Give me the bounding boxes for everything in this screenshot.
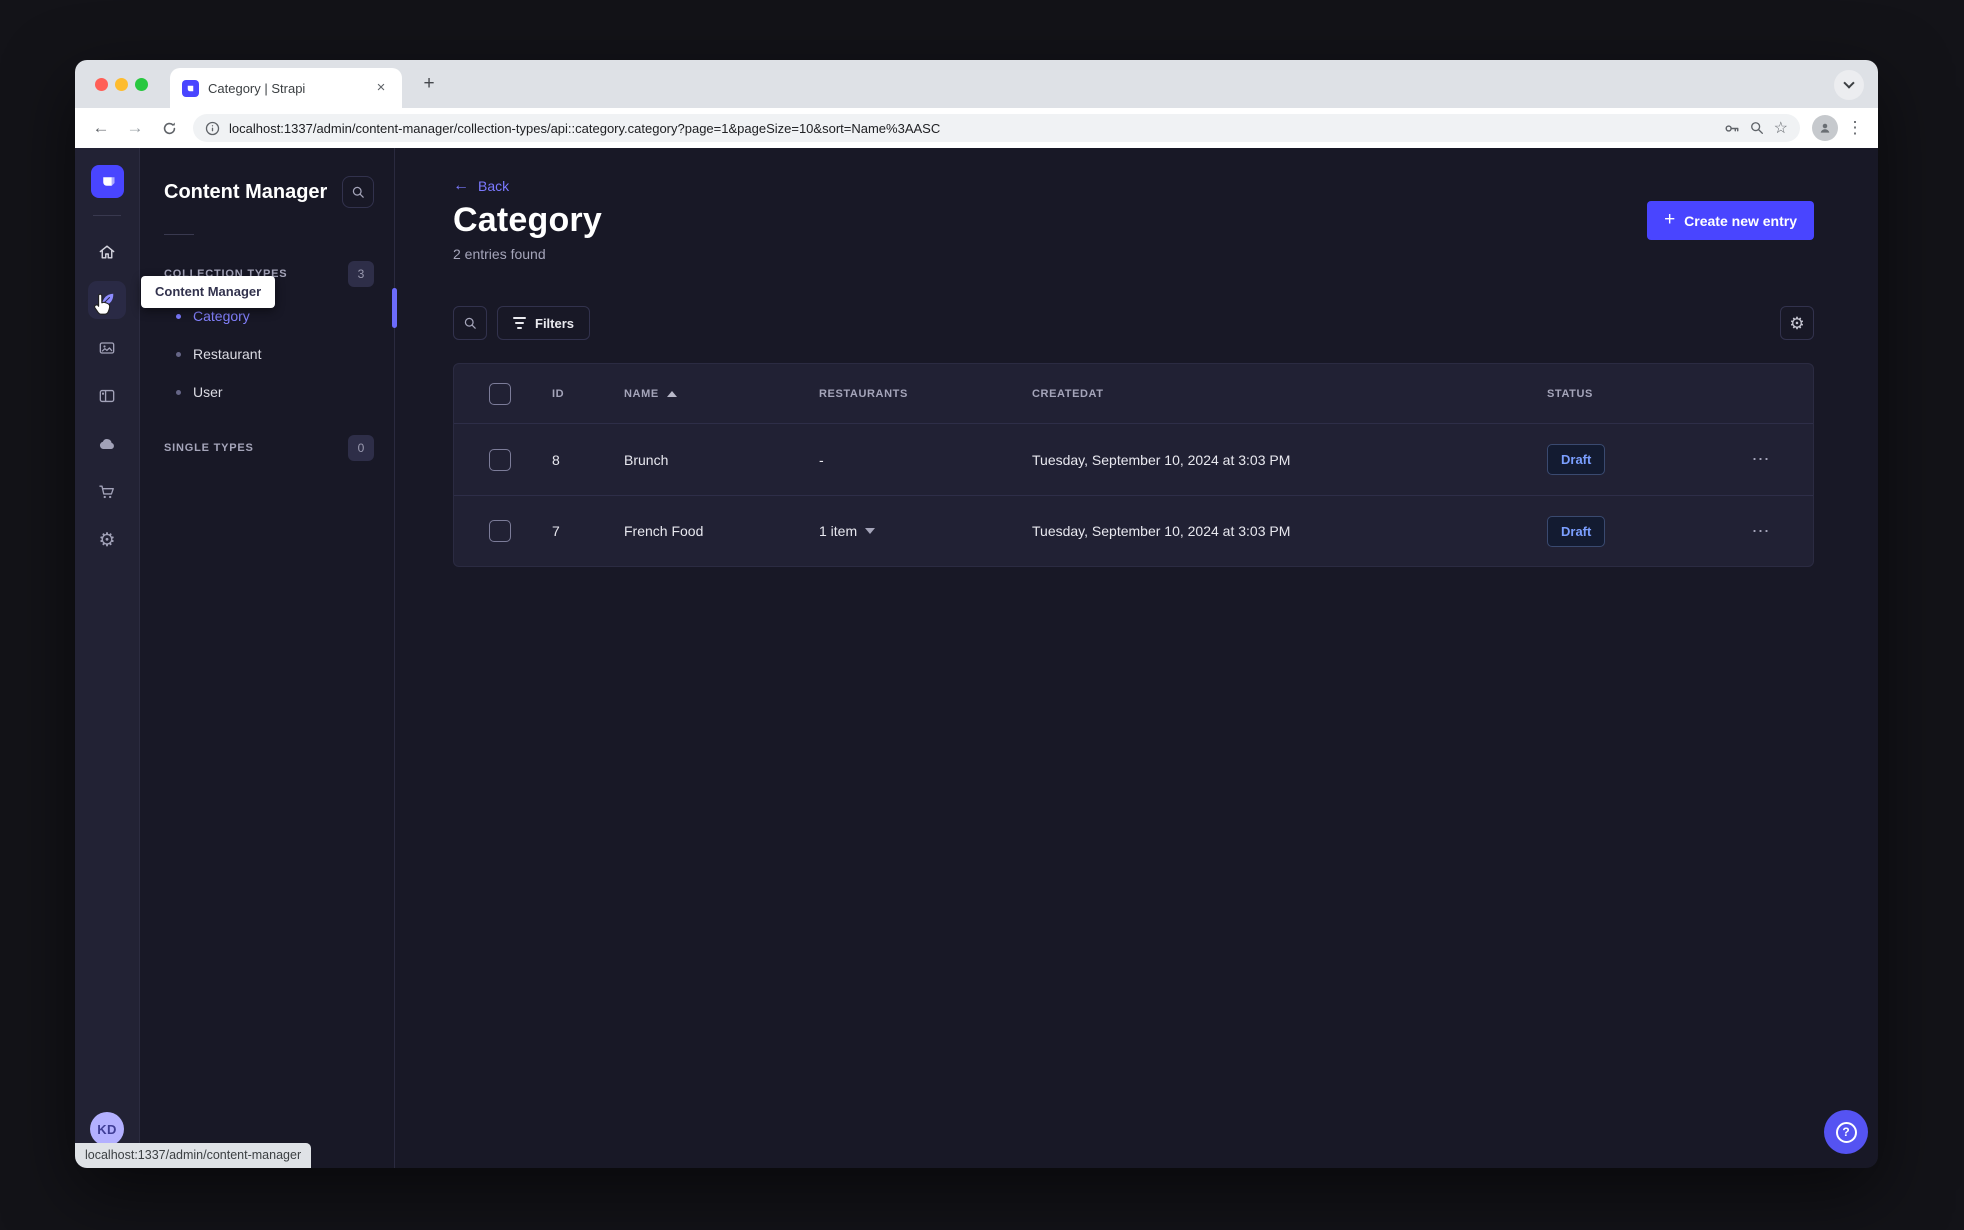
password-key-icon[interactable] [1723, 120, 1740, 137]
row-checkbox[interactable] [489, 520, 511, 542]
strapi-favicon-icon [182, 79, 199, 97]
site-info-icon[interactable] [205, 121, 220, 136]
content-type-builder-icon[interactable] [88, 377, 126, 415]
row-actions-icon[interactable]: ⋯ [1733, 521, 1789, 542]
tab-title: Category | Strapi [208, 80, 306, 96]
column-header-createdat: CREATEDAT [1032, 387, 1104, 400]
filters-label: Filters [535, 315, 575, 331]
row-checkbox[interactable] [489, 448, 511, 471]
cell-createdat: Tuesday, September 10, 2024 at 3:03 PM [1032, 451, 1291, 468]
table-settings-button[interactable]: ⚙ [1780, 306, 1814, 340]
browser-forward-button[interactable]: → [121, 114, 149, 142]
media-library-icon[interactable] [88, 329, 126, 367]
gear-icon: ⚙ [1789, 313, 1805, 333]
sort-ascending-icon [666, 390, 677, 397]
sidebar-title: Content Manager [164, 180, 328, 203]
help-button[interactable]: ? [1824, 1110, 1868, 1154]
chevron-down-icon [865, 528, 876, 534]
settings-gear-icon[interactable]: ⚙ [88, 521, 126, 559]
table-row[interactable]: 7 French Food 1 item Tuesday, September … [454, 495, 1813, 566]
browser-back-button[interactable]: ← [87, 114, 115, 142]
tab-search-button[interactable] [1834, 70, 1864, 100]
sidebar-item-restaurant[interactable]: Restaurant [140, 335, 394, 373]
back-link[interactable]: ← Back [453, 177, 510, 195]
entries-table: ID NAME RESTAURANTS CREATEDAT STATUS 8 B… [453, 363, 1814, 567]
bullet-icon [176, 351, 181, 357]
column-header-name-label: NAME [624, 387, 659, 400]
main-content: ← Back Category + Create new entry 2 ent… [395, 148, 1878, 1168]
select-all-checkbox[interactable] [489, 382, 511, 405]
entries-count: 2 entries found [453, 246, 546, 262]
page-title: Category [453, 201, 602, 239]
sidebar-item-label: User [193, 384, 223, 400]
question-mark-icon: ? [1835, 1121, 1857, 1143]
sidebar-item-user[interactable]: User [140, 373, 394, 411]
cell-id: 8 [552, 451, 560, 468]
status-badge: Draft [1547, 515, 1606, 547]
link-status-bar: localhost:1337/admin/content-manager [75, 1143, 312, 1168]
single-types-count-badge: 0 [348, 435, 374, 461]
home-icon[interactable] [88, 233, 126, 271]
browser-toolbar: ← → localhost:1337/admin/content-manager… [75, 108, 1878, 148]
back-label: Back [478, 178, 510, 194]
bookmark-star-icon[interactable]: ☆ [1774, 118, 1788, 138]
restaurants-count-label: 1 item [819, 523, 858, 539]
hand-cursor-icon [91, 292, 115, 320]
reload-button[interactable] [155, 114, 183, 142]
bullet-icon [176, 313, 181, 319]
back-arrow-icon: ← [453, 177, 469, 194]
cell-name: French Food [624, 523, 704, 539]
new-tab-button[interactable]: + [417, 72, 441, 96]
table-header-row: ID NAME RESTAURANTS CREATEDAT STATUS [454, 364, 1813, 424]
column-header-name[interactable]: NAME [624, 388, 819, 400]
cell-id: 7 [552, 523, 560, 539]
table-search-button[interactable] [453, 306, 487, 340]
strapi-app: ⚙ KD Content Manager COLLECTION TYPES 3 … [75, 148, 1878, 1168]
sidebar-divider [164, 234, 194, 235]
strapi-logo[interactable] [90, 165, 124, 198]
create-button-label: Create new entry [1684, 212, 1797, 229]
browser-menu-icon[interactable]: ⋮ [1844, 118, 1866, 138]
single-types-label: SINGLE TYPES [164, 442, 254, 454]
create-new-entry-button[interactable]: + Create new entry [1647, 201, 1814, 240]
browser-window: Category | Strapi × + ← → localhost:1337… [75, 60, 1878, 1168]
collection-types-count-badge: 3 [348, 261, 374, 287]
column-header-status: STATUS [1547, 387, 1593, 400]
row-actions-icon[interactable]: ⋯ [1733, 449, 1789, 470]
filter-icon [513, 317, 526, 329]
cell-name: Brunch [624, 451, 669, 468]
user-avatar[interactable]: KD [90, 1112, 124, 1146]
cell-createdat: Tuesday, September 10, 2024 at 3:03 PM [1032, 523, 1291, 539]
tab-close-icon[interactable]: × [372, 79, 390, 97]
sidebar-item-label: Restaurant [193, 346, 262, 362]
cloud-icon[interactable] [88, 425, 126, 463]
active-item-indicator [392, 288, 397, 328]
content-manager-tooltip: Content Manager [141, 276, 276, 308]
address-bar[interactable]: localhost:1337/admin/content-manager/col… [193, 114, 1800, 142]
sidebar-search-button[interactable] [342, 176, 374, 208]
plus-icon: + [1664, 209, 1676, 230]
rail-divider [93, 215, 121, 216]
table-row[interactable]: 8 Brunch - Tuesday, September 10, 2024 a… [454, 424, 1813, 495]
column-header-restaurants: RESTAURANTS [819, 387, 908, 400]
minimize-window-button[interactable] [115, 78, 128, 91]
marketplace-cart-icon[interactable] [88, 473, 126, 511]
browser-profile-avatar[interactable] [1812, 115, 1838, 141]
chevron-down-icon [1843, 77, 1855, 89]
maximize-window-button[interactable] [135, 78, 148, 91]
column-header-id[interactable]: ID [552, 388, 624, 400]
status-badge: Draft [1547, 444, 1606, 475]
close-window-button[interactable] [95, 78, 108, 91]
cell-restaurants-dropdown[interactable]: 1 item [819, 523, 1032, 539]
browser-tab[interactable]: Category | Strapi × [170, 68, 402, 108]
url-text: localhost:1337/admin/content-manager/col… [229, 120, 941, 136]
sidebar-item-label: Category [193, 308, 250, 324]
zoom-icon[interactable] [1749, 120, 1765, 136]
cell-restaurants: - [819, 451, 824, 468]
bullet-icon [176, 389, 181, 395]
tab-strip: Category | Strapi × + [75, 60, 1878, 108]
filters-button[interactable]: Filters [497, 306, 591, 340]
